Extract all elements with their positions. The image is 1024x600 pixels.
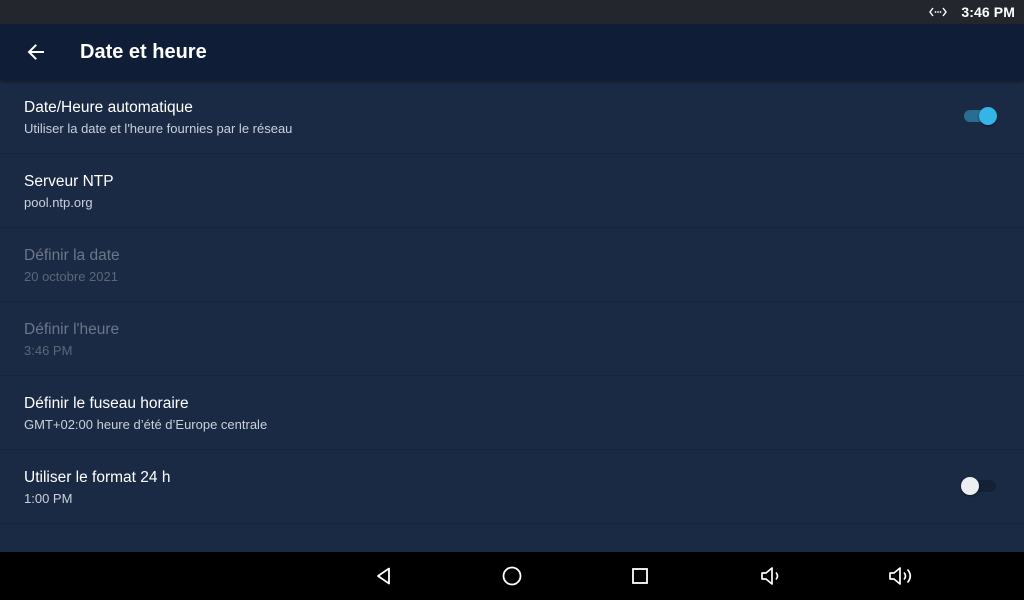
setting-summary: GMT+02:00 heure d’été d’Europe centrale (24, 417, 268, 432)
volume-up-icon[interactable] (888, 564, 916, 588)
app-bar: Date et heure (0, 24, 1024, 80)
status-bar: 3:46 PM (0, 0, 1024, 24)
settings-list: Date/Heure automatique Utiliser la date … (0, 80, 1024, 524)
setting-24h-format[interactable]: Utiliser le format 24 h 1:00 PM (0, 450, 1024, 524)
toggle-thumb (961, 477, 979, 495)
24h-format-toggle[interactable] (961, 477, 996, 495)
setting-ntp-server[interactable]: Serveur NTP pool.ntp.org (0, 154, 1024, 228)
auto-datetime-toggle[interactable] (964, 107, 997, 125)
setting-title: Serveur NTP (24, 173, 114, 190)
home-circle-icon[interactable] (498, 564, 526, 588)
setting-title: Date/Heure automatique (24, 99, 193, 116)
arrow-back-icon[interactable] (24, 40, 48, 64)
recents-square-icon[interactable] (626, 564, 654, 588)
setting-auto-datetime[interactable]: Date/Heure automatique Utiliser la date … (0, 80, 1024, 154)
setting-title: Définir l'heure (24, 321, 120, 338)
status-clock: 3:46 PM (961, 4, 1015, 20)
navigation-bar (0, 552, 1024, 600)
sync-icon (929, 5, 948, 19)
setting-summary: 20 octobre 2021 (24, 269, 118, 284)
setting-title: Définir la date (24, 247, 120, 264)
setting-timezone[interactable]: Définir le fuseau horaire GMT+02:00 heur… (0, 376, 1024, 450)
setting-time: Définir l'heure 3:46 PM (0, 302, 1024, 376)
setting-date: Définir la date 20 octobre 2021 (0, 228, 1024, 302)
back-triangle-icon[interactable] (370, 564, 398, 588)
setting-summary: 1:00 PM (24, 491, 73, 506)
setting-summary: 3:46 PM (24, 343, 73, 358)
volume-down-icon[interactable] (759, 564, 787, 588)
toggle-thumb (979, 107, 997, 125)
setting-summary: Utiliser la date et l'heure fournies par… (24, 121, 293, 136)
page-title: Date et heure (80, 40, 207, 63)
setting-title: Définir le fuseau horaire (24, 395, 189, 412)
setting-summary: pool.ntp.org (24, 195, 93, 210)
setting-title: Utiliser le format 24 h (24, 469, 171, 486)
